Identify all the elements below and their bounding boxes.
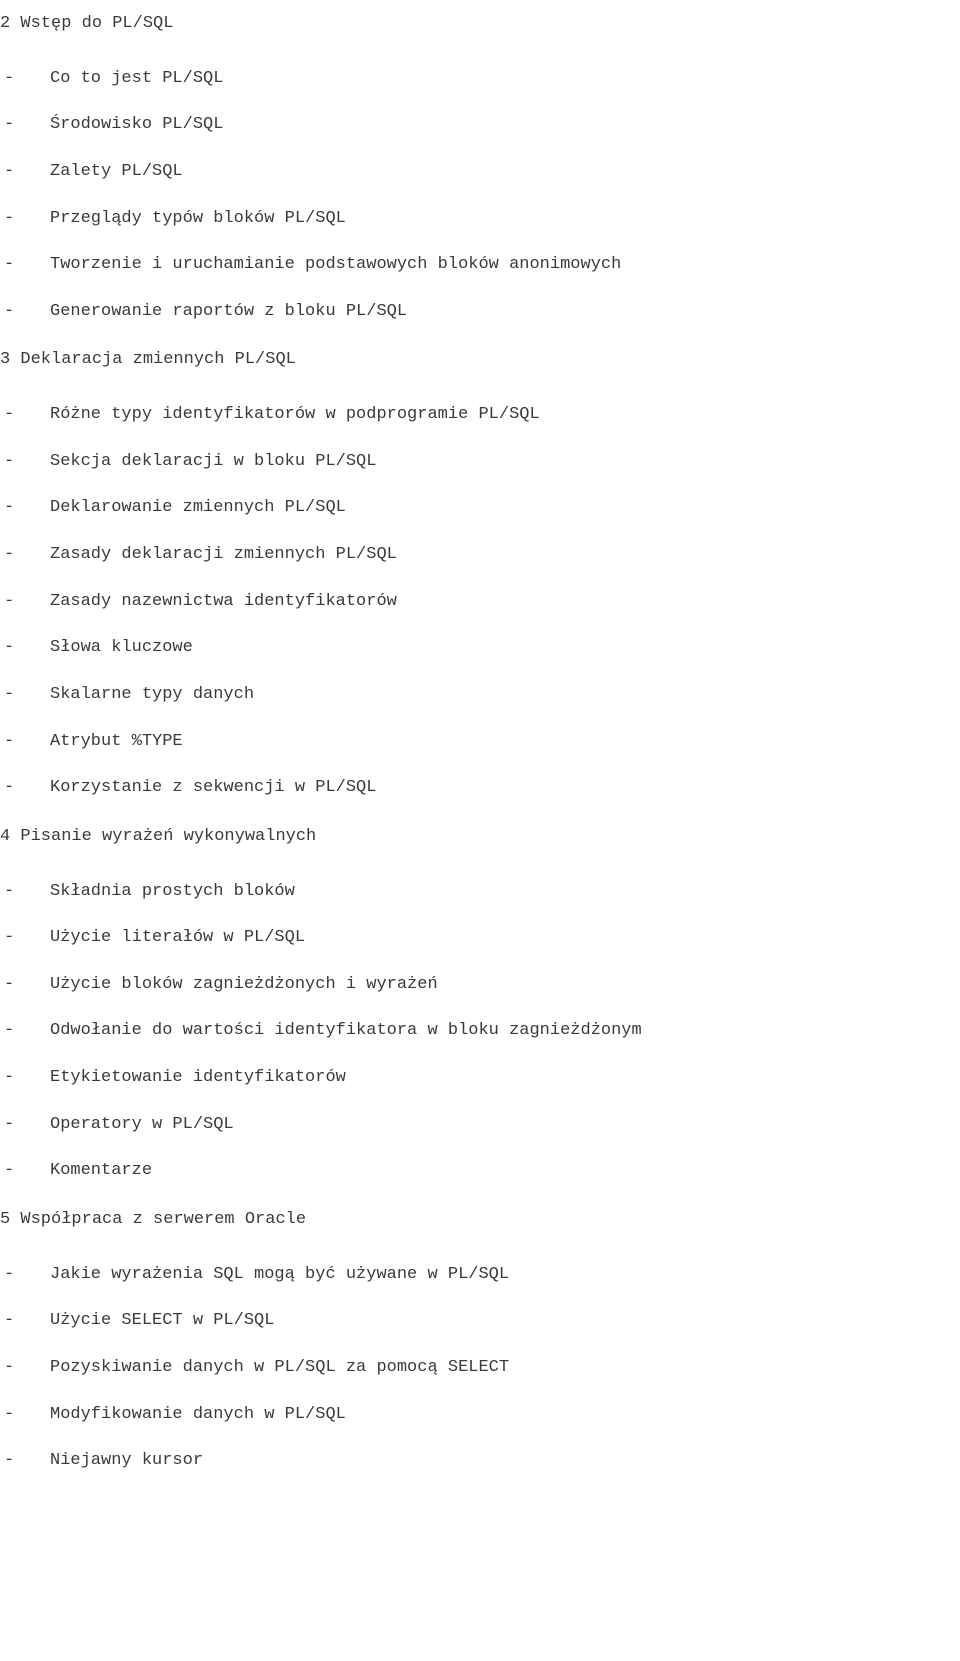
item-text: Jakie wyrażenia SQL mogą być używane w P… — [50, 1263, 960, 1288]
list-item: -Użycie literałów w PL/SQL — [0, 926, 960, 951]
item-text: Skalarne typy danych — [50, 683, 960, 708]
dash: - — [0, 160, 50, 185]
dash: - — [0, 300, 50, 325]
dash: - — [0, 683, 50, 708]
dash: - — [0, 1066, 50, 1091]
item-text: Modyfikowanie danych w PL/SQL — [50, 1403, 960, 1428]
item-text: Przeglądy typów bloków PL/SQL — [50, 207, 960, 232]
dash: - — [0, 1113, 50, 1138]
item-text: Etykietowanie identyfikatorów — [50, 1066, 960, 1091]
item-text: Pozyskiwanie danych w PL/SQL za pomocą S… — [50, 1356, 960, 1381]
dash: - — [0, 207, 50, 232]
item-text: Generowanie raportów z bloku PL/SQL — [50, 300, 960, 325]
list-item: -Operatory w PL/SQL — [0, 1113, 960, 1138]
list-item: -Zasady nazewnictwa identyfikatorów — [0, 590, 960, 615]
list-item: -Jakie wyrażenia SQL mogą być używane w … — [0, 1263, 960, 1288]
dash: - — [0, 67, 50, 92]
list-item: -Użycie bloków zagnieżdżonych i wyrażeń — [0, 973, 960, 998]
item-text: Zasady nazewnictwa identyfikatorów — [50, 590, 960, 615]
list-item: -Zasady deklaracji zmiennych PL/SQL — [0, 543, 960, 568]
dash: - — [0, 1019, 50, 1044]
list-item: -Środowisko PL/SQL — [0, 113, 960, 138]
item-text: Odwołanie do wartości identyfikatora w b… — [50, 1019, 960, 1044]
section-heading: 2 Wstęp do PL/SQL — [0, 12, 960, 37]
item-text: Niejawny kursor — [50, 1449, 960, 1474]
item-text: Sekcja deklaracji w bloku PL/SQL — [50, 450, 960, 475]
item-text: Słowa kluczowe — [50, 636, 960, 661]
item-text: Różne typy identyfikatorów w podprogrami… — [50, 403, 960, 428]
dash: - — [0, 880, 50, 905]
dash: - — [0, 926, 50, 951]
list-item: -Deklarowanie zmiennych PL/SQL — [0, 496, 960, 521]
item-text: Operatory w PL/SQL — [50, 1113, 960, 1138]
section-heading: 5 Współpraca z serwerem Oracle — [0, 1208, 960, 1233]
item-text: Zalety PL/SQL — [50, 160, 960, 185]
dash: - — [0, 1356, 50, 1381]
item-text: Komentarze — [50, 1159, 960, 1184]
list-item: -Składnia prostych bloków — [0, 880, 960, 905]
item-text: Użycie bloków zagnieżdżonych i wyrażeń — [50, 973, 960, 998]
list-item: -Co to jest PL/SQL — [0, 67, 960, 92]
dash: - — [0, 590, 50, 615]
list-item: -Etykietowanie identyfikatorów — [0, 1066, 960, 1091]
item-text: Użycie literałów w PL/SQL — [50, 926, 960, 951]
list-item: -Korzystanie z sekwencji w PL/SQL — [0, 776, 960, 801]
dash: - — [0, 543, 50, 568]
list-item: -Modyfikowanie danych w PL/SQL — [0, 1403, 960, 1428]
section-heading: 3 Deklaracja zmiennych PL/SQL — [0, 348, 960, 373]
dash: - — [0, 253, 50, 278]
dash: - — [0, 450, 50, 475]
dash: - — [0, 636, 50, 661]
dash: - — [0, 113, 50, 138]
dash: - — [0, 1159, 50, 1184]
dash: - — [0, 1449, 50, 1474]
dash: - — [0, 496, 50, 521]
item-text: Korzystanie z sekwencji w PL/SQL — [50, 776, 960, 801]
item-text: Co to jest PL/SQL — [50, 67, 960, 92]
list-item: -Różne typy identyfikatorów w podprogram… — [0, 403, 960, 428]
item-text: Deklarowanie zmiennych PL/SQL — [50, 496, 960, 521]
list-item: -Słowa kluczowe — [0, 636, 960, 661]
item-text: Atrybut %TYPE — [50, 730, 960, 755]
document-body: 2 Wstęp do PL/SQL -Co to jest PL/SQL -Śr… — [0, 0, 960, 1516]
list-item: -Sekcja deklaracji w bloku PL/SQL — [0, 450, 960, 475]
item-text: Użycie SELECT w PL/SQL — [50, 1309, 960, 1334]
list-item: -Pozyskiwanie danych w PL/SQL za pomocą … — [0, 1356, 960, 1381]
list-item: -Niejawny kursor — [0, 1449, 960, 1474]
dash: - — [0, 403, 50, 428]
item-text: Składnia prostych bloków — [50, 880, 960, 905]
list-item: -Tworzenie i uruchamianie podstawowych b… — [0, 253, 960, 278]
dash: - — [0, 1403, 50, 1428]
list-item: -Użycie SELECT w PL/SQL — [0, 1309, 960, 1334]
item-text: Zasady deklaracji zmiennych PL/SQL — [50, 543, 960, 568]
list-item: -Komentarze — [0, 1159, 960, 1184]
list-item: -Przeglądy typów bloków PL/SQL — [0, 207, 960, 232]
item-text: Środowisko PL/SQL — [50, 113, 960, 138]
list-item: -Generowanie raportów z bloku PL/SQL — [0, 300, 960, 325]
list-item: -Zalety PL/SQL — [0, 160, 960, 185]
dash: - — [0, 973, 50, 998]
dash: - — [0, 730, 50, 755]
section-heading: 4 Pisanie wyrażeń wykonywalnych — [0, 825, 960, 850]
list-item: -Skalarne typy danych — [0, 683, 960, 708]
dash: - — [0, 1309, 50, 1334]
list-item: -Odwołanie do wartości identyfikatora w … — [0, 1019, 960, 1044]
dash: - — [0, 1263, 50, 1288]
item-text: Tworzenie i uruchamianie podstawowych bl… — [50, 253, 960, 278]
list-item: -Atrybut %TYPE — [0, 730, 960, 755]
dash: - — [0, 776, 50, 801]
